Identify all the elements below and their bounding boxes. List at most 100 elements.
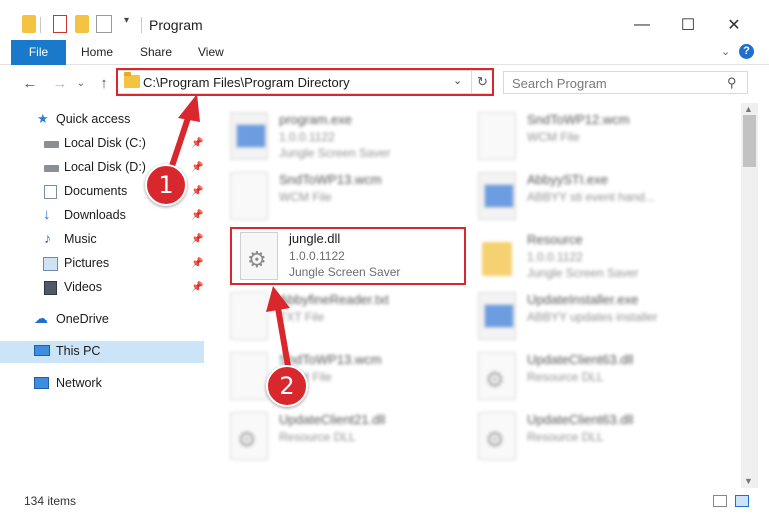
nav-item-pictures[interactable]: Pictures 📌 bbox=[0, 253, 204, 275]
nav-item-network[interactable]: Network bbox=[0, 373, 204, 395]
file-item[interactable]: UpdateClient21.dll Resource DLL bbox=[220, 408, 460, 468]
download-arrow-icon: ↓ bbox=[43, 206, 51, 223]
file-name: UpdateClient21.dll bbox=[279, 412, 386, 427]
new-folder-icon[interactable] bbox=[75, 15, 89, 33]
file-version: 1.0.0.1122 bbox=[279, 130, 335, 144]
file-item[interactable]: UpdateInstaller.exe ABBYY updates instal… bbox=[468, 288, 708, 348]
title-separator bbox=[40, 17, 41, 33]
search-input[interactable]: Search Program bbox=[512, 76, 607, 91]
file-type: TXT File bbox=[279, 310, 325, 324]
file-item[interactable]: AbbyfineReader.txt TXT File bbox=[220, 288, 460, 348]
file-name: Resource bbox=[527, 232, 583, 247]
up-button[interactable]: ↑ bbox=[94, 73, 114, 93]
file-item[interactable]: jungle.dll 1.0.0.1122 Jungle Screen Save… bbox=[230, 228, 470, 288]
tab-file[interactable]: File bbox=[11, 40, 66, 65]
nav-item-local-disk-c[interactable]: Local Disk (C:) 📌 bbox=[0, 133, 204, 155]
customize-toolbar-chevron-icon[interactable]: ▾ bbox=[124, 15, 134, 33]
file-item[interactable]: program.exe 1.0.0.1122 Jungle Screen Sav… bbox=[220, 108, 460, 168]
close-button[interactable]: ✕ bbox=[711, 10, 757, 40]
pin-icon[interactable]: 📌 bbox=[191, 210, 203, 221]
nav-item-videos[interactable]: Videos 📌 bbox=[0, 277, 204, 299]
pin-icon[interactable]: 📌 bbox=[191, 138, 203, 149]
file-item[interactable]: SndToWP12.wcm WCM File bbox=[468, 108, 708, 168]
file-name: program.exe bbox=[279, 112, 352, 127]
nav-item-music[interactable]: ♪ Music 📌 bbox=[0, 229, 204, 251]
nav-item-this-pc[interactable]: This PC bbox=[0, 341, 204, 363]
refresh-button[interactable]: ↻ bbox=[471, 71, 493, 93]
expand-ribbon-icon[interactable]: ⌄ bbox=[721, 45, 730, 58]
file-item-jungle-dll[interactable]: jungle.dll 1.0.0.1122 Jungle Screen Save… bbox=[230, 227, 466, 285]
minimize-button[interactable]: — bbox=[619, 10, 665, 40]
document-icon bbox=[230, 352, 268, 400]
star-icon: ★ bbox=[37, 111, 49, 126]
scroll-down-icon[interactable]: ▼ bbox=[744, 476, 753, 486]
nav-item-label: This PC bbox=[56, 344, 101, 358]
address-dropdown-icon[interactable]: ⌄ bbox=[453, 74, 462, 87]
file-name: UpdateClient63.dll bbox=[527, 412, 634, 427]
nav-item-onedrive[interactable]: ☁ OneDrive bbox=[0, 309, 204, 331]
nav-item-downloads[interactable]: ↓ Downloads 📌 bbox=[0, 205, 204, 227]
scroll-up-icon[interactable]: ▲ bbox=[744, 104, 753, 114]
file-item[interactable]: AbbyySTI.exe ABBYY sti event hand... bbox=[468, 168, 708, 228]
file-item[interactable]: SndToWP13.wcm WCM File bbox=[220, 168, 460, 228]
vertical-scrollbar[interactable]: ▲ ▼ bbox=[741, 103, 758, 488]
app-setup-icon bbox=[230, 112, 268, 160]
app-window-icon bbox=[478, 172, 516, 220]
file-item[interactable]: UpdateClient63.dll Resource DLL bbox=[468, 348, 708, 408]
title-bar: ▾ Program — ☐ ✕ bbox=[0, 0, 769, 40]
nav-item-label: Documents bbox=[64, 184, 128, 198]
file-type: WCM File bbox=[527, 130, 580, 144]
tab-share[interactable]: Share bbox=[140, 40, 172, 65]
nav-item-label: Local Disk (D:) bbox=[64, 160, 146, 174]
recent-locations-chevron-icon[interactable]: ⌄ bbox=[71, 73, 91, 93]
folder-icon bbox=[22, 15, 36, 33]
search-box[interactable]: Search Program ⚲ bbox=[503, 71, 748, 94]
file-item[interactable]: UpdateClient63.dll Resource DLL bbox=[468, 408, 708, 468]
scrollbar-thumb[interactable] bbox=[743, 115, 756, 167]
file-item[interactable]: SndToWP13.wcm WCM File bbox=[220, 348, 460, 408]
nav-item-quick-access[interactable]: ★ Quick access bbox=[0, 109, 204, 131]
pin-icon[interactable]: 📌 bbox=[191, 282, 203, 293]
step-badge-2: 2 bbox=[266, 365, 308, 407]
file-name: SndToWP13.wcm bbox=[279, 352, 382, 367]
search-icon[interactable]: ⚲ bbox=[727, 75, 737, 91]
item-count: 134 items bbox=[24, 494, 77, 508]
pin-icon[interactable]: 📌 bbox=[191, 162, 203, 173]
file-type: ABBYY updates installer bbox=[527, 310, 658, 324]
tab-view[interactable]: View bbox=[198, 40, 224, 65]
nav-item-label: Videos bbox=[64, 280, 102, 294]
navigation-pane: ★ Quick access Local Disk (C:) 📌 Local D… bbox=[0, 104, 206, 484]
forward-button[interactable]: → bbox=[50, 73, 70, 93]
drive-icon bbox=[44, 141, 59, 148]
help-icon[interactable]: ? bbox=[739, 44, 754, 59]
pin-icon[interactable]: 📌 bbox=[191, 186, 203, 197]
tab-home[interactable]: Home bbox=[81, 40, 113, 65]
quick-access-toolbar-icon[interactable] bbox=[96, 15, 112, 33]
details-view-icon[interactable] bbox=[713, 495, 727, 507]
pin-icon[interactable]: 📌 bbox=[191, 258, 203, 269]
document-icon bbox=[478, 112, 516, 160]
nav-item-label: Network bbox=[56, 376, 102, 390]
back-button[interactable]: ← bbox=[20, 73, 40, 93]
address-path[interactable]: C:\Program Files\Program Directory bbox=[143, 75, 350, 90]
file-description: Jungle Screen Saver bbox=[279, 146, 391, 160]
step-badge-1: 1 bbox=[145, 164, 187, 206]
nav-item-label: Quick access bbox=[56, 112, 131, 126]
pin-icon[interactable]: 📌 bbox=[191, 234, 203, 245]
document-icon bbox=[230, 172, 268, 220]
file-type: Resource DLL bbox=[527, 370, 604, 384]
cloud-icon: ☁ bbox=[34, 310, 48, 326]
nav-item-label: Pictures bbox=[64, 256, 110, 270]
address-bar[interactable]: C:\Program Files\Program Directory ⌄ ↻ bbox=[117, 70, 493, 94]
status-bar: 134 items bbox=[0, 488, 769, 512]
file-name: AbbyfineReader.txt bbox=[279, 292, 389, 307]
file-name: SndToWP13.wcm bbox=[279, 172, 382, 187]
file-type: Resource DLL bbox=[527, 430, 604, 444]
properties-checklist-icon[interactable] bbox=[53, 15, 67, 33]
nav-item-label: Downloads bbox=[64, 208, 126, 222]
app-window-icon bbox=[478, 292, 516, 340]
maximize-button[interactable]: ☐ bbox=[665, 10, 711, 40]
document-icon bbox=[230, 292, 268, 340]
large-icons-view-icon[interactable] bbox=[735, 495, 749, 507]
file-item[interactable]: Resource 1.0.0.1122 Jungle Screen Saver bbox=[468, 228, 708, 288]
